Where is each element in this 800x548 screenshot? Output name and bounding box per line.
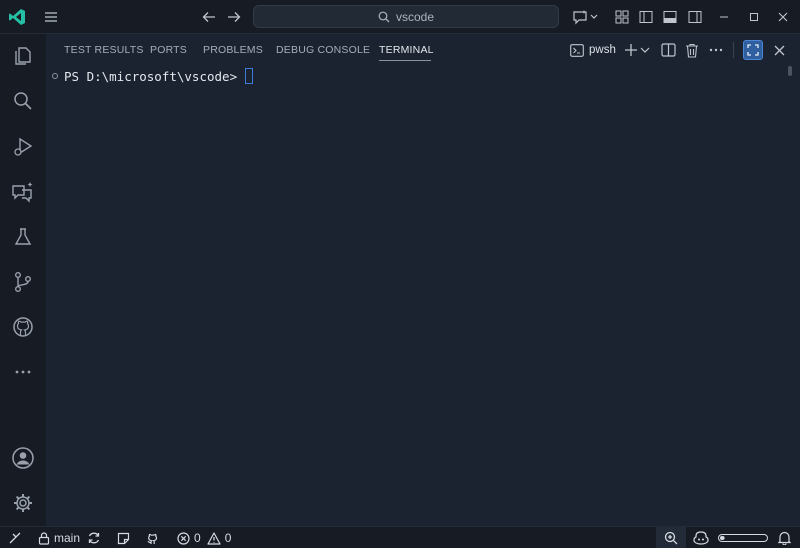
toolbar-divider	[733, 42, 734, 58]
trash-icon[interactable]	[682, 40, 702, 60]
toggle-panel-icon[interactable]	[660, 7, 680, 27]
testing-icon[interactable]	[8, 222, 38, 252]
command-decoration-icon[interactable]	[52, 73, 58, 79]
maximize-panel-icon[interactable]	[743, 40, 763, 60]
minimize-icon[interactable]	[714, 7, 734, 27]
active-tab-indicator	[379, 60, 431, 61]
branch-name: main	[54, 531, 81, 545]
copilot-status-icon[interactable]	[693, 530, 709, 546]
zoom-slider[interactable]	[718, 530, 768, 546]
error-count: 0	[194, 531, 201, 545]
branch-indicator[interactable]: main	[38, 530, 80, 546]
search-icon[interactable]	[8, 86, 38, 116]
notes-icon[interactable]	[117, 530, 130, 546]
panel-tab-bar: TEST RESULTS PORTS PROBLEMS DEBUG CONSOL…	[46, 34, 800, 64]
error-icon	[177, 531, 190, 545]
zoom-slider-fill	[720, 536, 725, 540]
copilot-icon[interactable]	[570, 7, 600, 27]
title-bar: vscode	[0, 0, 800, 34]
github-icon[interactable]	[146, 530, 160, 546]
zoom-icon[interactable]	[656, 527, 686, 548]
tab-test-results[interactable]: TEST RESULTS	[64, 44, 144, 56]
close-panel-icon[interactable]	[769, 40, 789, 60]
activity-bar	[0, 34, 46, 526]
sync-icon[interactable]	[87, 530, 101, 546]
settings-gear-icon[interactable]	[8, 488, 38, 518]
shell-label: pwsh	[589, 44, 616, 56]
search-icon	[378, 11, 390, 23]
maximize-icon[interactable]	[744, 7, 764, 27]
github-icon[interactable]	[8, 312, 38, 342]
tab-ports[interactable]: PORTS	[150, 44, 187, 56]
toggle-secondary-sidebar-icon[interactable]	[685, 7, 705, 27]
terminal-cursor	[245, 68, 254, 84]
tab-terminal[interactable]: TERMINAL	[379, 44, 434, 56]
toggle-sidebar-icon[interactable]	[636, 7, 656, 27]
close-icon[interactable]	[773, 7, 793, 27]
search-text: vscode	[395, 9, 435, 24]
run-debug-icon[interactable]	[8, 132, 38, 162]
chevron-down-icon[interactable]	[638, 40, 652, 60]
terminal-shell-selector[interactable]: pwsh	[570, 40, 620, 60]
status-bar: main 0 0	[0, 526, 800, 548]
source-control-icon[interactable]	[8, 267, 38, 297]
terminal-prompt: PS D:\microsoft\vscode>	[64, 68, 238, 84]
lock-icon	[38, 531, 50, 545]
vscode-logo-icon	[7, 7, 27, 27]
more-icon[interactable]	[8, 357, 38, 387]
split-terminal-icon[interactable]	[658, 40, 678, 60]
tab-debug-console[interactable]: DEBUG CONSOLE	[276, 44, 370, 56]
warning-icon	[207, 531, 221, 545]
bell-icon[interactable]	[778, 530, 791, 546]
terminal-icon	[570, 43, 584, 57]
back-icon[interactable]	[199, 7, 219, 27]
menu-icon[interactable]	[41, 7, 61, 27]
panel: TEST RESULTS PORTS PROBLEMS DEBUG CONSOL…	[46, 34, 800, 526]
command-center-search[interactable]: vscode	[253, 5, 559, 28]
problems-indicator[interactable]: 0 0	[177, 530, 231, 546]
terminal-scrollbar[interactable]	[788, 66, 792, 76]
forward-icon[interactable]	[224, 7, 244, 27]
remote-icon	[8, 531, 22, 545]
terminal-prompt-line[interactable]: PS D:\microsoft\vscode>	[52, 68, 254, 84]
chat-icon[interactable]	[8, 177, 38, 207]
account-icon[interactable]	[8, 443, 38, 473]
warning-count: 0	[224, 531, 232, 545]
remote-indicator[interactable]	[8, 530, 22, 546]
layout-icon[interactable]	[612, 7, 632, 27]
tab-problems[interactable]: PROBLEMS	[203, 44, 263, 56]
more-actions-icon[interactable]	[706, 40, 726, 60]
explorer-icon[interactable]	[8, 41, 38, 71]
